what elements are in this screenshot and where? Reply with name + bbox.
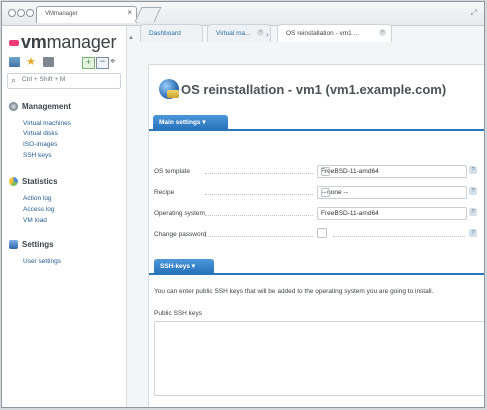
ssh-description: You can enter public SSH keys that will … — [154, 288, 434, 295]
tab-scroll-right-icon[interactable]: › — [266, 30, 269, 39]
public-ssh-keys-textarea[interactable] — [154, 321, 484, 396]
close-window-icon[interactable] — [8, 9, 16, 17]
nav-action-log[interactable]: Action log — [23, 195, 52, 202]
logo-name: manager — [46, 32, 117, 52]
recipe-select[interactable]: -- none -- ⌄ — [317, 186, 467, 199]
favorite-icon[interactable]: ★ — [26, 57, 37, 68]
section-management[interactable]: Management — [9, 102, 71, 111]
logo-brand: vm — [21, 32, 47, 52]
page-title: OS reinstallation - vm1 (vm1.example.com… — [181, 82, 447, 97]
collapse-icon[interactable]: − — [96, 57, 109, 69]
ssh-keys-label: SSH-keys ▾ — [160, 263, 196, 270]
browser-window: VMmanager × ⤢ vmmanager ★ + − ⌖ ⌕ Ctrl +… — [1, 1, 485, 408]
ssh-keys-divider — [149, 273, 484, 275]
chevron-down-icon: ⌄ — [321, 188, 330, 197]
app-logo: vmmanager — [9, 32, 119, 53]
maximize-window-icon[interactable] — [26, 9, 34, 17]
nav-virtual-disks[interactable]: Virtual disks — [23, 130, 58, 137]
tab-close-icon[interactable]: × — [257, 29, 264, 36]
recipe-label: Recipe — [154, 189, 175, 196]
os-template-select[interactable]: FreeBSD-11-amd64 ⌄ — [317, 165, 467, 178]
search-icon: ⌕ — [11, 75, 17, 85]
sidebar: vmmanager ★ + − ⌖ ⌕ Ctrl + Shift + M Man… — [2, 26, 127, 407]
nav-access-log[interactable]: Access log — [23, 206, 54, 213]
briefcase-icon[interactable] — [43, 57, 54, 67]
nav-user-settings[interactable]: User settings — [23, 258, 61, 265]
sidebar-search-input[interactable]: ⌕ Ctrl + Shift + M — [7, 73, 121, 89]
tab-dashboard[interactable]: Dashboard — [140, 24, 203, 42]
change-password-label: Change password — [154, 231, 207, 238]
browser-titlebar: VMmanager × ⤢ — [2, 2, 484, 26]
section-settings[interactable]: Settings — [9, 240, 54, 249]
tab-dashboard-label: Dashboard — [149, 30, 181, 37]
nav-virtual-machines[interactable]: Virtual machines — [23, 120, 71, 127]
scroll-up-icon[interactable]: ▲ — [128, 35, 134, 41]
fullscreen-icon[interactable]: ⤢ — [471, 8, 477, 18]
tab-virtual-machines[interactable]: Virtual ma... × — [207, 24, 271, 42]
tab-virtual-machines-label: Virtual ma... — [216, 30, 251, 37]
section-management-title: Management — [22, 102, 71, 111]
browser-tab-close-icon[interactable]: × — [127, 9, 132, 17]
tab-os-reinstallation[interactable]: OS reinstallation - vm1 ... × — [277, 24, 392, 42]
minimize-window-icon[interactable] — [17, 9, 25, 17]
form-leader — [205, 173, 313, 174]
settings-icon — [9, 240, 18, 249]
help-icon[interactable]: ? — [469, 229, 477, 237]
main-settings-label: Main settings ▾ — [159, 119, 206, 126]
operating-system-label: Operating system — [154, 210, 205, 217]
nav-iso-images[interactable]: ISO-images — [23, 141, 57, 148]
grid-view-icon[interactable] — [9, 57, 20, 67]
new-tab-button[interactable] — [134, 7, 162, 22]
section-statistics-title: Statistics — [22, 177, 58, 186]
section-settings-title: Settings — [22, 240, 54, 249]
section-statistics[interactable]: Statistics — [9, 177, 58, 186]
browser-tab-title: VMmanager — [45, 11, 78, 17]
form-leader — [333, 236, 465, 237]
main-settings-tab[interactable]: Main settings ▾ — [153, 115, 228, 129]
nav-vm-load[interactable]: VM load — [23, 217, 47, 224]
chevron-down-icon: ⌄ — [321, 167, 330, 176]
main-settings-divider — [149, 129, 484, 131]
nav-ssh-keys[interactable]: SSH keys — [23, 152, 52, 159]
help-icon[interactable]: ? — [469, 166, 477, 174]
statistics-icon — [9, 177, 18, 186]
ssh-keys-tab[interactable]: SSH-keys ▾ — [154, 259, 214, 273]
logo-text: vmmanager — [21, 32, 116, 53]
form-leader — [205, 236, 313, 237]
os-template-label: OS template — [154, 168, 191, 175]
logo-mark-icon — [9, 40, 19, 46]
search-placeholder: Ctrl + Shift + M — [22, 76, 66, 83]
public-ssh-keys-label: Public SSH keys — [154, 310, 203, 317]
operating-system-input[interactable]: FreeBSD-11-amd64 — [317, 207, 467, 220]
tab-close-icon[interactable]: × — [379, 29, 386, 36]
browser-tab[interactable]: VMmanager × — [36, 6, 137, 23]
tab-os-reinstallation-label: OS reinstallation - vm1 ... — [286, 30, 359, 37]
pin-icon[interactable]: ⌖ — [110, 57, 121, 67]
os-reinstall-icon — [159, 79, 179, 99]
operating-system-value: FreeBSD-11-amd64 — [321, 210, 379, 217]
help-icon[interactable]: ? — [469, 187, 477, 195]
main-content: OS reinstallation - vm1 (vm1.example.com… — [148, 64, 484, 407]
change-password-checkbox[interactable] — [317, 228, 327, 238]
management-icon — [9, 102, 18, 111]
form-leader — [205, 194, 313, 195]
expand-icon[interactable]: + — [82, 57, 95, 69]
form-leader — [205, 215, 313, 216]
help-icon[interactable]: ? — [469, 208, 477, 216]
